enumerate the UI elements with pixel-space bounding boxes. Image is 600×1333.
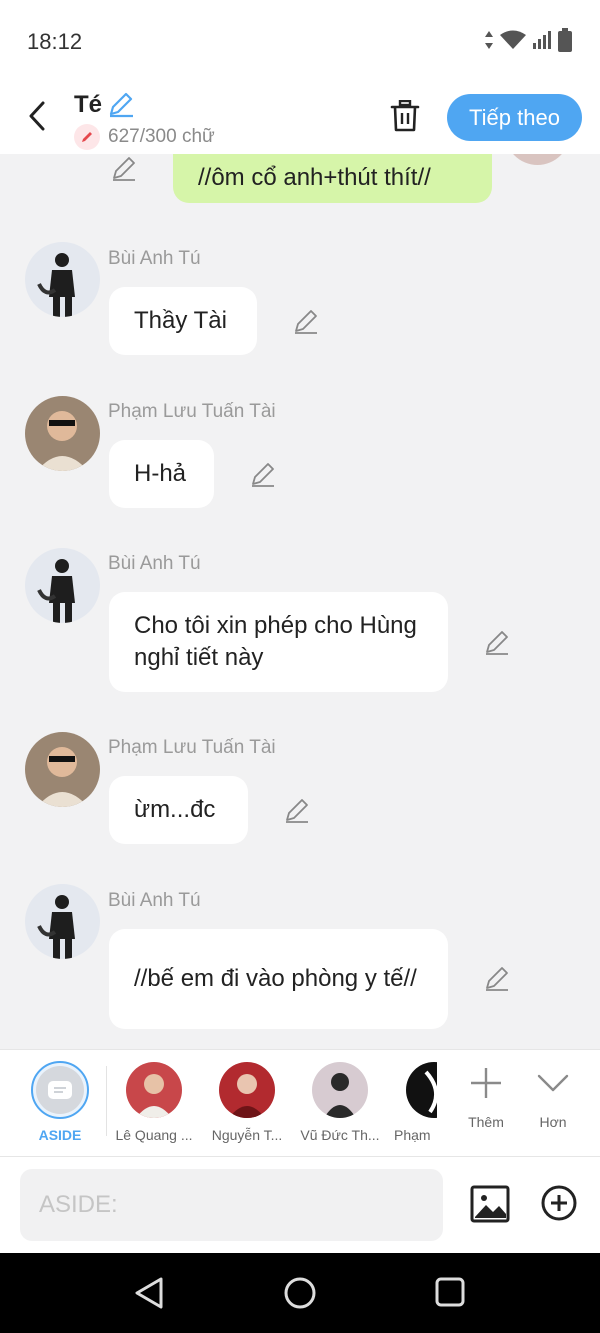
chevron-down-icon [537,1074,569,1092]
pencil-icon[interactable] [483,964,511,992]
nav-back-icon[interactable] [133,1276,165,1310]
sender-name: Bùi Anh Tú [108,890,201,911]
input-bar: ASIDE: [0,1157,600,1253]
status-bar: 18:12 [0,0,600,80]
avatar [312,1062,368,1118]
title-edit-icon[interactable] [107,90,135,118]
avatar [126,1062,182,1118]
character-label: Nguyễn T... [211,1127,283,1143]
nav-home-icon[interactable] [284,1277,316,1309]
add-circle-icon[interactable] [540,1184,578,1222]
character-item[interactable]: Lê Quang ... [108,1060,200,1143]
chat-area[interactable]: //ôm cổ anh+thút thít// Bùi Anh Tú Thầy … [0,154,600,1049]
avatar [219,1062,275,1118]
image-icon[interactable] [470,1184,510,1224]
word-counter: 627/300 chữ [108,126,215,147]
message-input[interactable]: ASIDE: [20,1169,443,1241]
character-label: Phạm [394,1127,431,1143]
next-button[interactable]: Tiếp theo [447,94,582,141]
character-label: Vũ Đức Th... [300,1127,380,1143]
character-item[interactable]: Vũ Đức Th... [294,1060,386,1143]
signal-icon [533,31,551,49]
nav-recents-icon[interactable] [435,1277,465,1307]
delete-button[interactable] [388,99,422,133]
message-bubble[interactable]: //bế em đi vào phòng y tế// [109,929,448,1029]
character-aside[interactable]: ASIDE [14,1060,106,1143]
wifi-icon [500,30,526,49]
sender-name: Phạm Lưu Tuấn Tài [108,737,276,758]
pencil-icon[interactable] [110,154,138,182]
sender-name: Bùi Anh Tú [108,248,201,269]
counter-pencil-icon [74,124,100,150]
status-time: 18:12 [27,29,83,54]
character-bar: ASIDE Lê Quang ... Nguyễn T... Vũ Đức Th… [0,1049,600,1157]
avatar[interactable] [25,396,100,471]
system-nav-bar [0,1253,600,1333]
message-bubble[interactable]: //ôm cổ anh+thút thít// [173,154,492,203]
sender-name: Bùi Anh Tú [108,553,201,574]
status-icons [484,28,572,52]
sender-name: Phạm Lưu Tuấn Tài [108,401,276,422]
pencil-icon[interactable] [483,628,511,656]
character-item[interactable]: Nguyễn T... [201,1060,293,1143]
message-bubble[interactable]: Thầy Tài [109,287,257,355]
page-title: Té [74,91,103,118]
divider [106,1066,107,1136]
pencil-icon[interactable] [249,460,277,488]
avatar[interactable] [25,884,100,959]
chevron-left-icon [29,101,45,131]
battery-icon [558,28,572,52]
header: Té 627/300 chữ Tiếp theo [0,80,600,154]
character-label: Lê Quang ... [115,1127,193,1143]
message-bubble[interactable]: Cho tôi xin phép cho Hùng nghỉ tiết này [109,592,448,692]
message-bubble[interactable]: ừm...đc [109,776,248,844]
back-button[interactable] [20,98,54,134]
plus-icon [471,1068,501,1098]
message-bubble[interactable]: H-hả [109,440,214,508]
pencil-icon[interactable] [283,796,311,824]
more-label: Hơn [539,1114,567,1130]
avatar[interactable] [25,732,100,807]
trash-icon [390,100,420,132]
character-item[interactable]: Phạm [387,1060,437,1143]
avatar[interactable] [25,548,100,623]
avatar[interactable] [25,242,100,317]
avatar [406,1062,437,1118]
data-arrows-icon [485,31,493,49]
character-label: ASIDE [38,1127,82,1143]
avatar [505,154,570,165]
more-button[interactable]: Hơn [507,1060,599,1130]
aside-avatar [31,1061,89,1119]
pencil-icon[interactable] [292,307,320,335]
chat-bubble-icon [48,1081,72,1099]
